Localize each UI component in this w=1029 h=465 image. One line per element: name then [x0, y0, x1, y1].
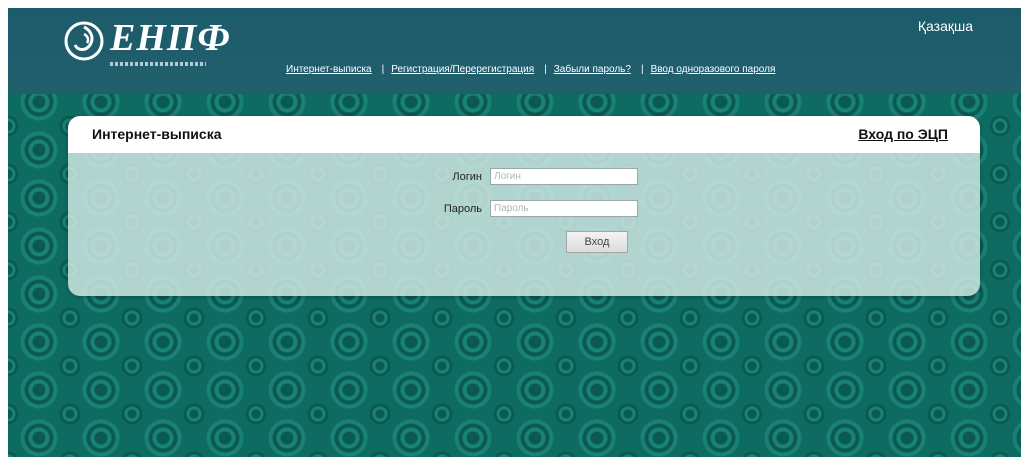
logo-text: ЕНПФ — [110, 17, 231, 59]
login-input[interactable] — [490, 168, 638, 185]
login-submit-button[interactable]: Вход — [566, 231, 628, 253]
login-form: Логин Пароль Вход — [68, 153, 980, 296]
language-switch-link[interactable]: Қазақша — [918, 18, 973, 34]
login-row: Логин — [422, 168, 638, 185]
login-label: Логин — [452, 170, 482, 183]
logo-emblem-icon — [64, 21, 104, 61]
top-navigation: Интернет-выписка | Регистрация/Перерегис… — [286, 64, 775, 75]
nav-separator: | — [381, 64, 385, 75]
logo-tagline — [110, 62, 206, 66]
login-panel-header: Интернет-выписка Вход по ЭЦП — [68, 116, 980, 153]
nav-link-forgot-password[interactable]: Забыли пароль? — [554, 64, 631, 75]
nav-separator: | — [544, 64, 547, 75]
password-label: Пароль — [443, 202, 482, 215]
nav-separator: | — [640, 64, 644, 75]
panel-title: Интернет-выписка — [92, 126, 222, 142]
nav-link-one-time-password[interactable]: Ввод одноразового пароля — [651, 64, 776, 75]
login-panel: Интернет-выписка Вход по ЭЦП Логин Парол… — [68, 116, 980, 296]
password-row: Пароль — [422, 200, 638, 217]
site-header: ЕНПФ Қазақша Интернет-выписка | Регистра… — [8, 8, 1021, 94]
nav-link-registration[interactable]: Регистрация/Перерегистрация — [391, 64, 534, 75]
ecp-login-link[interactable]: Вход по ЭЦП — [858, 126, 948, 142]
nav-link-internet-statement[interactable]: Интернет-выписка — [286, 64, 372, 75]
page-frame: ЕНПФ Қазақша Интернет-выписка | Регистра… — [8, 8, 1021, 457]
password-input[interactable] — [490, 200, 638, 217]
site-logo[interactable]: ЕНПФ — [64, 17, 254, 68]
